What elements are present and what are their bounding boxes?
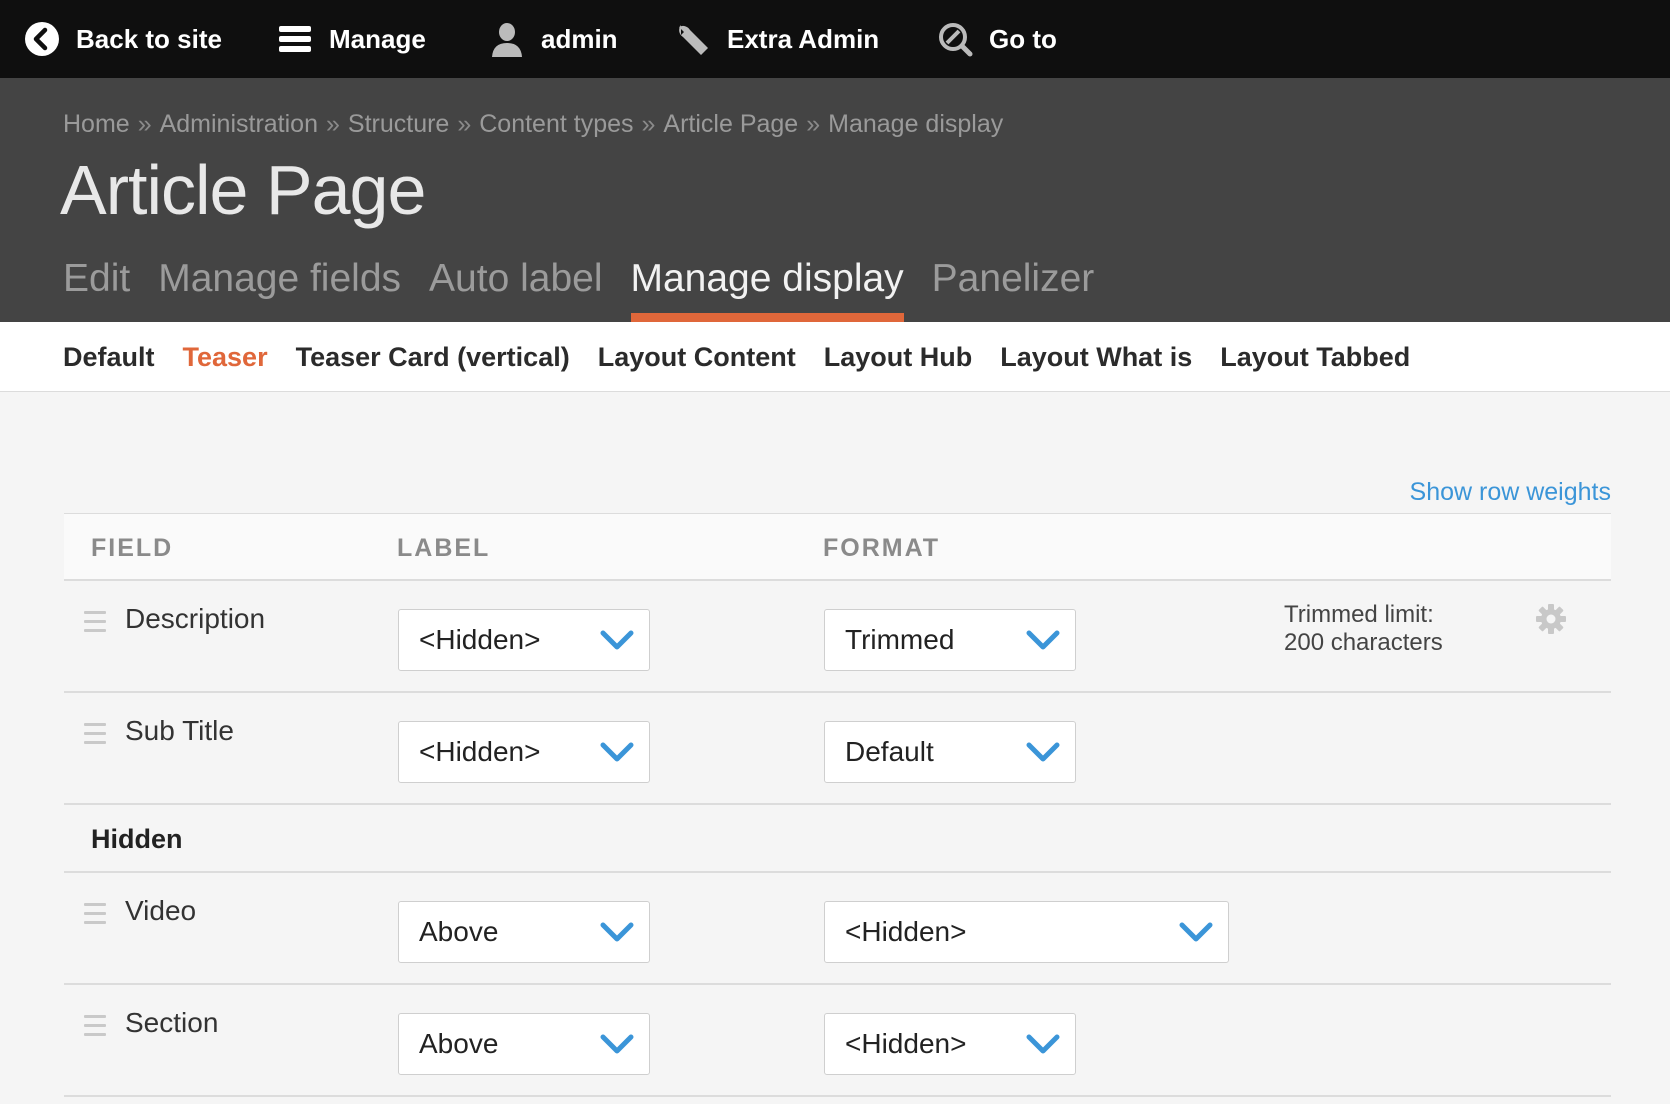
field-display-table: FIELD LABEL FORMAT Description <Hidden> … bbox=[64, 513, 1611, 1097]
chevron-down-icon bbox=[1178, 920, 1214, 946]
breadcrumb: Home» Administration» Structure» Content ty… bbox=[63, 110, 1003, 139]
column-header-format: FORMAT bbox=[823, 534, 941, 562]
region-title: Hidden bbox=[91, 824, 183, 854]
breadcrumb-separator: » bbox=[326, 110, 340, 138]
breadcrumb-content-types[interactable]: Content types bbox=[479, 110, 633, 138]
format-select-value: Trimmed bbox=[845, 624, 955, 655]
wrench-icon bbox=[675, 21, 711, 57]
drag-handle-icon[interactable] bbox=[84, 611, 106, 633]
extra-admin-button[interactable]: Extra Admin bbox=[675, 0, 879, 78]
arrow-left-circle-icon bbox=[24, 21, 60, 57]
secondary-tabs: Default Teaser Teaser Card (vertical) La… bbox=[63, 322, 1438, 392]
page-title: Article Page bbox=[60, 151, 426, 229]
format-select[interactable]: Default bbox=[824, 721, 1076, 783]
label-select-value: Above bbox=[419, 1028, 499, 1059]
drag-handle-icon[interactable] bbox=[84, 903, 106, 925]
table-row: Video Above <Hidden> bbox=[64, 873, 1611, 985]
chevron-down-icon bbox=[599, 628, 635, 654]
format-select[interactable]: Trimmed bbox=[824, 609, 1076, 671]
tab-manage-fields[interactable]: Manage fields bbox=[158, 256, 401, 322]
label-select[interactable]: Above bbox=[398, 901, 650, 963]
column-header-field: FIELD bbox=[91, 534, 174, 562]
primary-tabs: Edit Manage fields Auto label Manage dis… bbox=[63, 256, 1122, 322]
field-name: Video bbox=[125, 895, 197, 926]
breadcrumb-administration[interactable]: Administration bbox=[160, 110, 318, 138]
breadcrumb-article-page[interactable]: Article Page bbox=[663, 110, 798, 138]
admin-label: admin bbox=[541, 23, 618, 54]
field-name: Description bbox=[125, 603, 266, 634]
breadcrumb-separator: » bbox=[457, 110, 472, 138]
region-header-hidden: Hidden bbox=[64, 805, 1611, 873]
table-header: FIELD LABEL FORMAT bbox=[64, 513, 1611, 581]
breadcrumb-structure[interactable]: Structure bbox=[348, 110, 449, 138]
label-select-value: Above bbox=[419, 916, 499, 947]
table-row: Sub Title <Hidden> Default bbox=[64, 693, 1611, 805]
show-row-weights-link[interactable]: Show row weights bbox=[1410, 478, 1611, 507]
breadcrumb-separator: » bbox=[806, 110, 821, 138]
secondary-tabs-bar: Default Teaser Teaser Card (vertical) La… bbox=[0, 322, 1670, 392]
chevron-down-icon bbox=[599, 1032, 635, 1058]
format-summary: Trimmed limit: 200 characters bbox=[1284, 601, 1443, 657]
subtab-layout-content[interactable]: Layout Content bbox=[598, 342, 796, 373]
subtab-teaser[interactable]: Teaser bbox=[183, 342, 268, 373]
format-select-value: <Hidden> bbox=[845, 916, 967, 947]
breadcrumb-separator: » bbox=[137, 110, 152, 138]
tab-manage-display[interactable]: Manage display bbox=[630, 256, 904, 322]
subtab-layout-tabbed[interactable]: Layout Tabbed bbox=[1220, 342, 1410, 373]
chevron-down-icon bbox=[1025, 740, 1061, 766]
breadcrumb-home[interactable]: Home bbox=[63, 110, 130, 138]
menu-icon bbox=[277, 21, 313, 57]
label-select-value: <Hidden> bbox=[419, 736, 541, 767]
manage-menu-button[interactable]: Manage bbox=[277, 0, 426, 78]
manage-label: Manage bbox=[329, 23, 426, 54]
chevron-down-icon bbox=[1025, 1032, 1061, 1058]
format-select-value: Default bbox=[845, 736, 934, 767]
chevron-down-icon bbox=[599, 740, 635, 766]
drag-handle-icon[interactable] bbox=[84, 1015, 106, 1037]
label-select[interactable]: Above bbox=[398, 1013, 650, 1075]
label-select-value: <Hidden> bbox=[419, 624, 541, 655]
breadcrumb-separator: » bbox=[641, 110, 656, 138]
go-to-label: Go to bbox=[989, 23, 1057, 54]
search-icon bbox=[937, 21, 973, 57]
summary-line: 200 characters bbox=[1284, 629, 1443, 656]
back-to-site-link[interactable]: Back to site bbox=[24, 0, 222, 78]
format-select-value: <Hidden> bbox=[845, 1028, 967, 1059]
field-name: Sub Title bbox=[125, 715, 234, 746]
tab-panelizer[interactable]: Panelizer bbox=[932, 256, 1095, 322]
admin-toolbar: Back to site Manage admin Extra Admin Go… bbox=[0, 0, 1670, 78]
page-header: Home» Administration» Structure» Content ty… bbox=[0, 78, 1670, 322]
label-select[interactable]: <Hidden> bbox=[398, 609, 650, 671]
gear-icon[interactable] bbox=[1534, 602, 1568, 636]
go-to-button[interactable]: Go to bbox=[937, 0, 1057, 78]
subtab-layout-what-is[interactable]: Layout What is bbox=[1000, 342, 1192, 373]
table-row: Description <Hidden> Trimmed Trimmed lim… bbox=[64, 581, 1611, 693]
format-select[interactable]: <Hidden> bbox=[824, 901, 1229, 963]
tab-auto-label[interactable]: Auto label bbox=[429, 256, 602, 322]
tab-edit[interactable]: Edit bbox=[63, 256, 130, 322]
chevron-down-icon bbox=[599, 920, 635, 946]
summary-line: Trimmed limit: bbox=[1284, 601, 1434, 628]
breadcrumb-manage-display[interactable]: Manage display bbox=[828, 110, 1003, 138]
user-icon bbox=[489, 21, 525, 57]
label-select[interactable]: <Hidden> bbox=[398, 721, 650, 783]
drag-handle-icon[interactable] bbox=[84, 723, 106, 745]
subtab-teaser-card-vertical[interactable]: Teaser Card (vertical) bbox=[296, 342, 570, 373]
format-select[interactable]: <Hidden> bbox=[824, 1013, 1076, 1075]
extra-admin-label: Extra Admin bbox=[727, 23, 880, 54]
chevron-down-icon bbox=[1025, 628, 1061, 654]
subtab-default[interactable]: Default bbox=[63, 342, 155, 373]
table-row: Section Above <Hidden> bbox=[64, 985, 1611, 1097]
column-header-label: LABEL bbox=[397, 534, 491, 562]
admin-user-button[interactable]: admin bbox=[489, 0, 618, 78]
subtab-layout-hub[interactable]: Layout Hub bbox=[824, 342, 973, 373]
field-name: Section bbox=[125, 1007, 219, 1038]
back-to-site-label: Back to site bbox=[76, 23, 222, 54]
